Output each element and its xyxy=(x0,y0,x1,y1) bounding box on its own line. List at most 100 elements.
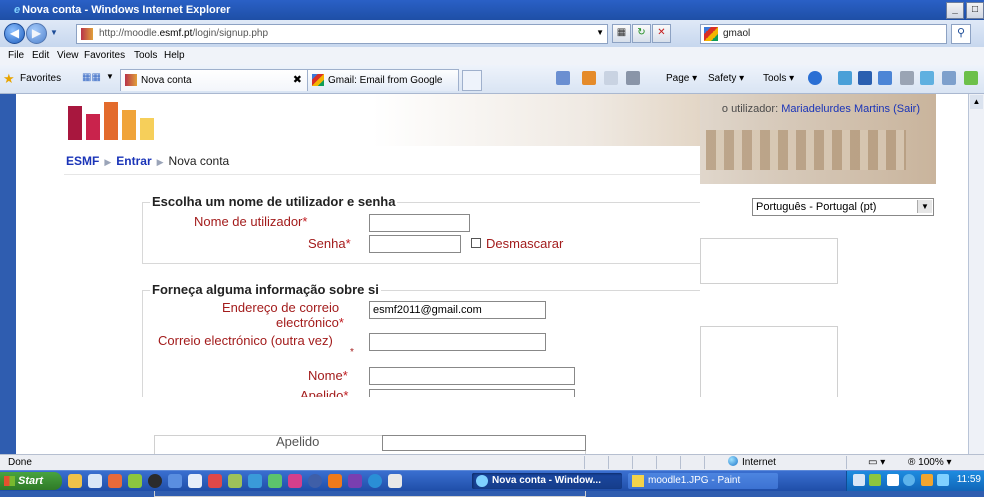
quicklaunch-ie-icon[interactable] xyxy=(248,474,262,488)
volume-icon[interactable] xyxy=(887,474,899,486)
search-icon[interactable]: ⚲ xyxy=(951,24,971,44)
quicklaunch-app-icon[interactable] xyxy=(368,474,382,488)
quicklaunch-app-icon[interactable] xyxy=(148,474,162,488)
menu-view[interactable]: View xyxy=(57,50,79,61)
required-mark: * xyxy=(345,236,351,251)
menu-file[interactable]: File xyxy=(8,50,24,61)
email-confirm-input[interactable] xyxy=(369,333,546,351)
print-icon[interactable] xyxy=(626,71,640,85)
menu-help[interactable]: Help xyxy=(164,50,185,61)
help-icon[interactable] xyxy=(808,71,822,85)
mail-icon[interactable] xyxy=(604,71,618,85)
stop-icon[interactable]: ✕ xyxy=(652,24,671,43)
protected-mode-icon[interactable]: ▭ ▾ xyxy=(868,457,885,468)
logo-bar xyxy=(122,110,136,140)
firstname-input[interactable] xyxy=(369,367,575,385)
tab-nova-conta[interactable]: Nova conta ✖ xyxy=(120,69,308,91)
tab-close-icon[interactable]: ✖ xyxy=(293,73,302,86)
tray-icon[interactable] xyxy=(903,474,915,486)
ie-logo-icon: e xyxy=(14,4,21,16)
start-label: Start xyxy=(18,475,44,487)
quicklaunch-app-icon[interactable] xyxy=(388,474,402,488)
quicklaunch-app-icon[interactable] xyxy=(348,474,362,488)
language-select-value: Português - Portugal (pt) xyxy=(756,201,877,213)
lastname-input-ghost[interactable] xyxy=(382,435,586,451)
tab-list-dropdown-icon[interactable]: ▼ xyxy=(106,72,114,81)
chevron-down-icon[interactable]: ▼ xyxy=(917,200,932,213)
history-dropdown-icon[interactable]: ▼ xyxy=(50,28,58,37)
clock[interactable]: 11:59 xyxy=(957,474,981,485)
toolbar-icon-1[interactable] xyxy=(858,71,872,85)
toolbar-icon-5[interactable] xyxy=(942,71,956,85)
zoom-level[interactable]: ® 100% ▾ xyxy=(908,457,952,468)
quicklaunch-app-icon[interactable] xyxy=(168,474,182,488)
menu-edit[interactable]: Edit xyxy=(32,50,49,61)
language-select[interactable]: Português - Portugal (pt) ▼ xyxy=(752,198,934,216)
quicklaunch-desktop-icon[interactable] xyxy=(88,474,102,488)
menu-favorites[interactable]: Favorites xyxy=(84,50,125,61)
scroll-up-icon[interactable]: ▲ xyxy=(970,95,983,109)
back-icon[interactable]: ◀ xyxy=(4,23,25,44)
network-icon[interactable] xyxy=(921,474,933,486)
password-input[interactable] xyxy=(369,235,461,253)
toolbar-icon-4[interactable] xyxy=(920,71,934,85)
quick-tabs-icon[interactable]: ▦▦ xyxy=(82,72,101,83)
security-zone[interactable]: Internet xyxy=(728,456,776,468)
task-ie[interactable]: Nova conta - Window... xyxy=(472,473,622,489)
toolbar-icon-3[interactable] xyxy=(900,71,914,85)
firstname-label: Nome* xyxy=(308,368,348,383)
menu-tools[interactable]: Tools xyxy=(134,50,157,61)
breadcrumb-login-link[interactable]: Entrar xyxy=(116,154,151,168)
page-menu[interactable]: Page ▾ xyxy=(666,73,697,84)
password-label-text: Senha xyxy=(308,236,346,251)
quicklaunch-app-icon[interactable] xyxy=(288,474,302,488)
tray-icon[interactable] xyxy=(869,474,881,486)
maximize-button[interactable]: □ xyxy=(966,2,984,19)
quicklaunch-app-icon[interactable] xyxy=(268,474,282,488)
safety-menu[interactable]: Safety ▾ xyxy=(708,73,744,84)
search-input[interactable]: gmaol xyxy=(700,24,947,44)
user-name-link[interactable]: Mariadelurdes Martins xyxy=(781,103,890,115)
quicklaunch-app-icon[interactable] xyxy=(108,474,122,488)
tray-icon[interactable] xyxy=(937,474,949,486)
quicklaunch-app-icon[interactable] xyxy=(208,474,222,488)
tab-label: Nova conta xyxy=(141,75,192,86)
task-paint[interactable]: moodle1.JPG - Paint xyxy=(628,473,778,489)
compatibility-icon[interactable]: ▦ xyxy=(612,24,631,43)
logout-link[interactable]: (Sair) xyxy=(893,103,920,115)
address-dropdown-icon[interactable]: ▼ xyxy=(596,28,604,37)
quicklaunch-app-icon[interactable] xyxy=(188,474,202,488)
quicklaunch-app-icon[interactable] xyxy=(228,474,242,488)
lastname-input[interactable] xyxy=(369,389,575,397)
username-input[interactable] xyxy=(369,214,470,232)
google-icon xyxy=(704,27,718,41)
address-input[interactable]: http://moodle.esmf.pt/login/signup.php ▼ xyxy=(76,24,608,44)
research-icon[interactable] xyxy=(838,71,852,85)
unmask-checkbox[interactable] xyxy=(471,238,481,248)
email-input[interactable]: esmf2011@gmail.com xyxy=(369,301,546,319)
breadcrumb-home-link[interactable]: ESMF xyxy=(66,154,99,168)
refresh-icon[interactable]: ↻ xyxy=(632,24,651,43)
home-icon[interactable] xyxy=(556,71,570,85)
quicklaunch-app-icon[interactable] xyxy=(328,474,342,488)
tab-gmail[interactable]: Gmail: Email from Google xyxy=(307,69,459,91)
quicklaunch-app-icon[interactable] xyxy=(308,474,322,488)
tray-icon[interactable] xyxy=(853,474,865,486)
toolbar-icon-2[interactable] xyxy=(878,71,892,85)
new-tab-button[interactable] xyxy=(462,70,482,91)
logo-bar xyxy=(68,106,82,140)
minimize-button[interactable]: _ xyxy=(946,2,964,19)
window-titlebar[interactable]: e Nova conta - Windows Internet Explorer … xyxy=(0,0,984,20)
favorites-button[interactable]: Favorites xyxy=(20,73,61,84)
toolbar-icon-6[interactable] xyxy=(964,71,978,85)
feeds-icon[interactable] xyxy=(582,71,596,85)
email-label-line2-text: electrónico xyxy=(276,315,339,330)
search-value: gmaol xyxy=(723,28,751,39)
favorites-star-icon[interactable]: ★ xyxy=(3,71,15,87)
forward-icon[interactable]: ▶ xyxy=(26,23,47,44)
start-button[interactable]: Start xyxy=(0,472,62,490)
tools-menu[interactable]: Tools ▾ xyxy=(763,73,794,84)
quicklaunch-folder-icon[interactable] xyxy=(68,474,82,488)
vertical-scrollbar[interactable]: ▲ xyxy=(968,94,984,454)
quicklaunch-app-icon[interactable] xyxy=(128,474,142,488)
